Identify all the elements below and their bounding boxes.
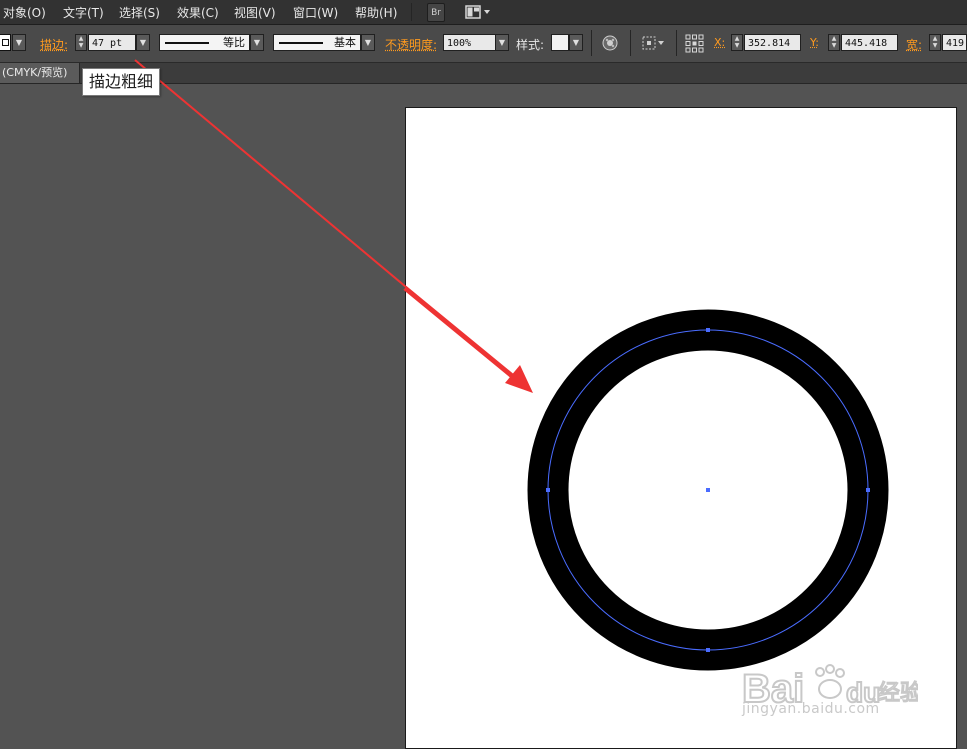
anchor-point[interactable]	[706, 648, 710, 652]
paw-icon	[815, 664, 845, 699]
center-point[interactable]	[706, 488, 710, 492]
annotation-arrow-head	[505, 365, 533, 393]
watermark-cn: 经验	[878, 681, 918, 706]
anchor-point[interactable]	[546, 488, 550, 492]
anchor-point[interactable]	[706, 328, 710, 332]
watermark-site: jingyan.baidu.com	[742, 701, 880, 717]
canvas-overlay	[134, 59, 889, 671]
anchor-point[interactable]	[866, 488, 870, 492]
annotation-arrow-shaft	[403, 286, 519, 382]
tooltip: 描边粗细	[82, 68, 161, 96]
